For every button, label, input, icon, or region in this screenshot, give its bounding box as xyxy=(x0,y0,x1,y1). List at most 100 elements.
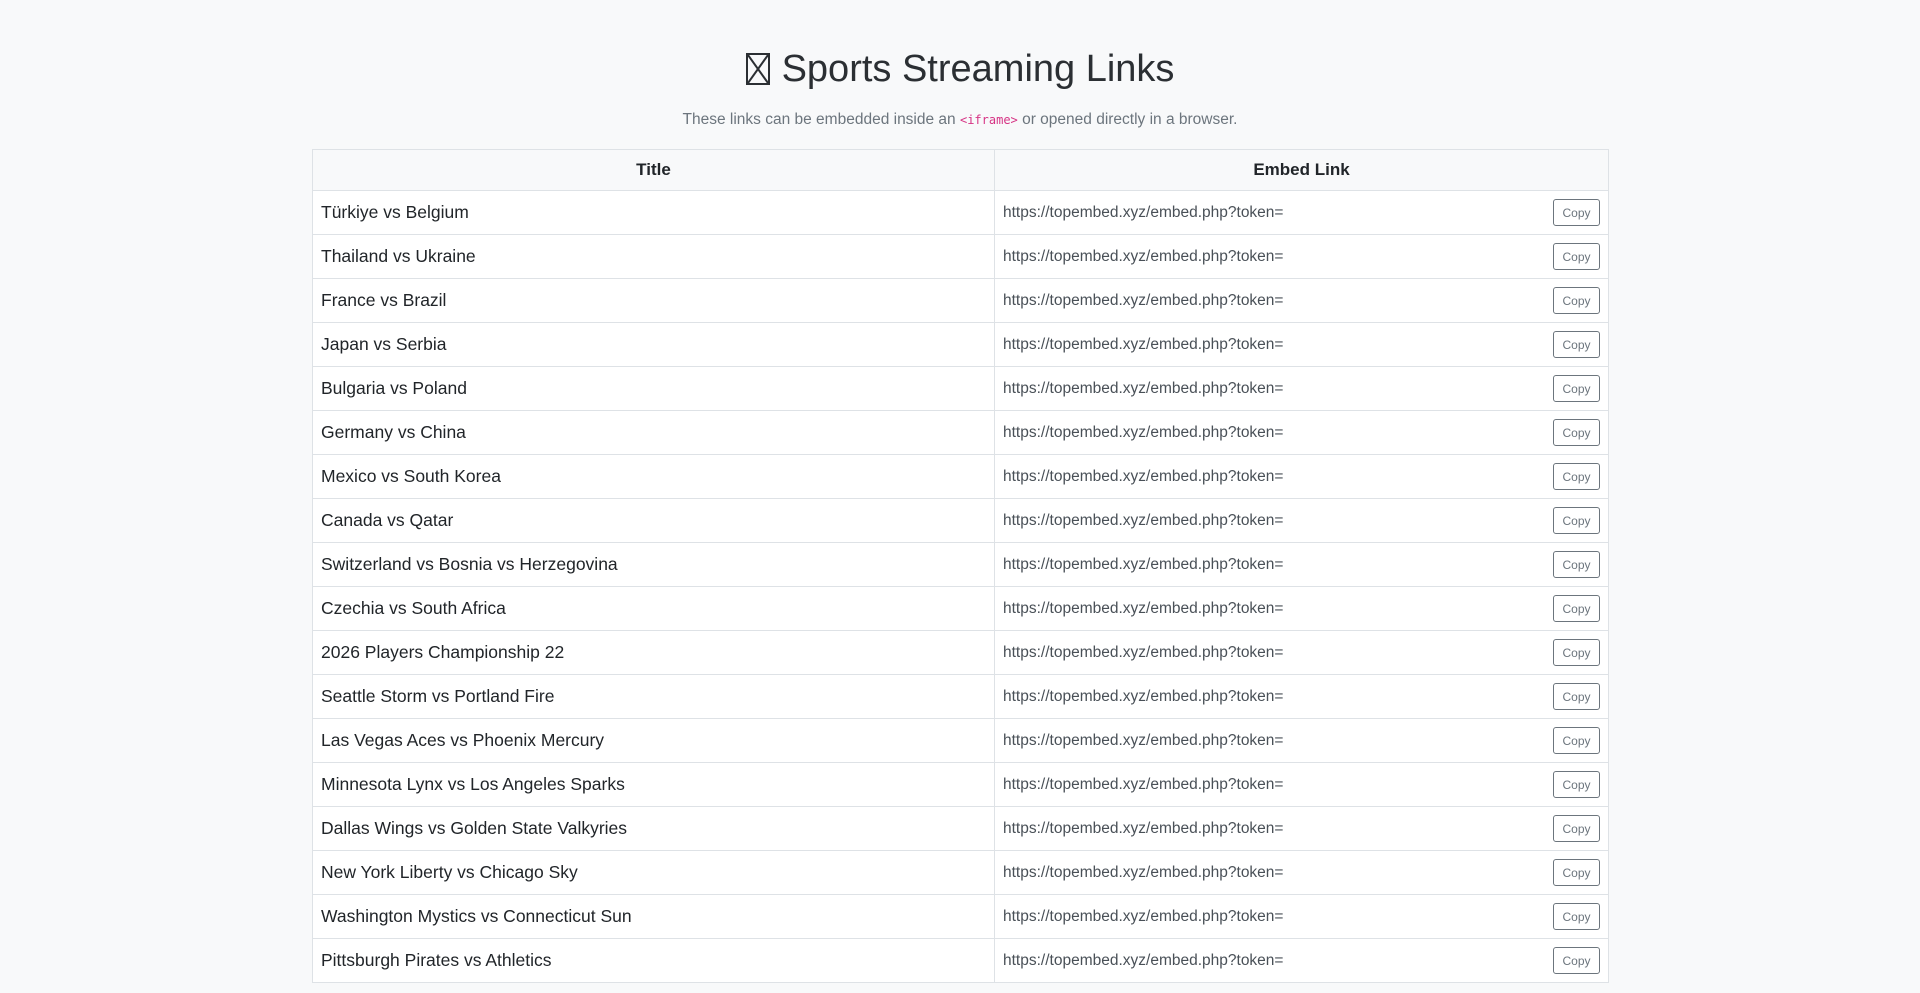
page-title-text: Sports Streaming Links xyxy=(781,48,1175,90)
row-title: Mexico vs South Korea xyxy=(312,454,995,499)
row-link-cell: https://topembed.xyz/embed.php?token= Cop… xyxy=(994,586,1609,631)
copy-button[interactable]: Copy xyxy=(1553,727,1600,754)
row-link-cell: https://topembed.xyz/embed.php?token= Cop… xyxy=(994,278,1609,323)
link-cell-content: https://topembed.xyz/embed.php?token= Cop… xyxy=(1003,947,1600,974)
row-title: 2026 Players Championship 22 xyxy=(312,630,995,675)
table-row: Türkiye vs Belgium https://topembed.xyz/e… xyxy=(312,190,1609,235)
link-cell-content: https://topembed.xyz/embed.php?token= Cop… xyxy=(1003,683,1600,710)
embed-link-text[interactable]: https://topembed.xyz/embed.php?token= xyxy=(1003,732,1283,750)
copy-button[interactable]: Copy xyxy=(1553,639,1600,666)
row-title: Minnesota Lynx vs Los Angeles Sparks xyxy=(312,762,995,807)
copy-button[interactable]: Copy xyxy=(1553,947,1600,974)
copy-button[interactable]: Copy xyxy=(1553,243,1600,270)
embed-link-text[interactable]: https://topembed.xyz/embed.php?token= xyxy=(1003,952,1283,970)
embed-link-text[interactable]: https://topembed.xyz/embed.php?token= xyxy=(1003,468,1283,486)
embed-link-text[interactable]: https://topembed.xyz/embed.php?token= xyxy=(1003,380,1283,398)
row-title: New York Liberty vs Chicago Sky xyxy=(312,850,995,895)
copy-button[interactable]: Copy xyxy=(1553,287,1600,314)
row-title: Czechia vs South Africa xyxy=(312,586,995,631)
subtitle-text-after: or opened directly in a browser. xyxy=(1017,111,1238,128)
copy-button[interactable]: Copy xyxy=(1553,419,1600,446)
links-table: Title Embed Link Türkiye vs Belgium https… xyxy=(312,149,1609,983)
embed-link-text[interactable]: https://topembed.xyz/embed.php?token= xyxy=(1003,644,1283,662)
table-row: Canada vs Qatar https://topembed.xyz/embe… xyxy=(312,498,1609,543)
table-row: France vs Brazil https://topembed.xyz/emb… xyxy=(312,278,1609,323)
row-title: Washington Mystics vs Connecticut Sun xyxy=(312,894,995,939)
table-row: Germany vs China https://topembed.xyz/emb… xyxy=(312,410,1609,455)
embed-link-text[interactable]: https://topembed.xyz/embed.php?token= xyxy=(1003,864,1283,882)
row-title: France vs Brazil xyxy=(312,278,995,323)
link-cell-content: https://topembed.xyz/embed.php?token= Cop… xyxy=(1003,771,1600,798)
row-link-cell: https://topembed.xyz/embed.php?token= Cop… xyxy=(994,762,1609,807)
row-link-cell: https://topembed.xyz/embed.php?token= Cop… xyxy=(994,190,1609,235)
row-link-cell: https://topembed.xyz/embed.php?token= Cop… xyxy=(994,630,1609,675)
table-row: Washington Mystics vs Connecticut Sun htt… xyxy=(312,894,1609,939)
link-cell-content: https://topembed.xyz/embed.php?token= Cop… xyxy=(1003,507,1600,534)
embed-link-text[interactable]: https://topembed.xyz/embed.php?token= xyxy=(1003,820,1283,838)
row-link-cell: https://topembed.xyz/embed.php?token= Cop… xyxy=(994,894,1609,939)
link-cell-content: https://topembed.xyz/embed.php?token= Cop… xyxy=(1003,463,1600,490)
copy-button[interactable]: Copy xyxy=(1553,815,1600,842)
link-cell-content: https://topembed.xyz/embed.php?token= Cop… xyxy=(1003,639,1600,666)
page-subtitle: These links can be embedded inside an <i… xyxy=(0,110,1920,130)
embed-link-text[interactable]: https://topembed.xyz/embed.php?token= xyxy=(1003,908,1283,926)
copy-button[interactable]: Copy xyxy=(1553,771,1600,798)
table-row: Seattle Storm vs Portland Fire https://to… xyxy=(312,674,1609,719)
copy-button[interactable]: Copy xyxy=(1553,551,1600,578)
embed-link-text[interactable]: https://topembed.xyz/embed.php?token= xyxy=(1003,204,1283,222)
row-link-cell: https://topembed.xyz/embed.php?token= Cop… xyxy=(994,542,1609,587)
embed-link-text[interactable]: https://topembed.xyz/embed.php?token= xyxy=(1003,248,1283,266)
copy-button[interactable]: Copy xyxy=(1553,507,1600,534)
table-row: Japan vs Serbia https://topembed.xyz/embe… xyxy=(312,322,1609,367)
copy-button[interactable]: Copy xyxy=(1553,595,1600,622)
table-row: Las Vegas Aces vs Phoenix Mercury https:/… xyxy=(312,718,1609,763)
table-row: 2026 Players Championship 22 https://tope… xyxy=(312,630,1609,675)
link-cell-content: https://topembed.xyz/embed.php?token= Cop… xyxy=(1003,331,1600,358)
iframe-code: <iframe> xyxy=(959,113,1018,127)
table-row: Bulgaria vs Poland https://topembed.xyz/e… xyxy=(312,366,1609,411)
row-link-cell: https://topembed.xyz/embed.php?token= Cop… xyxy=(994,366,1609,411)
embed-link-text[interactable]: https://topembed.xyz/embed.php?token= xyxy=(1003,512,1283,530)
embed-link-text[interactable]: https://topembed.xyz/embed.php?token= xyxy=(1003,292,1283,310)
copy-button[interactable]: Copy xyxy=(1553,331,1600,358)
table-row: Switzerland vs Bosnia vs Herzegovina http… xyxy=(312,542,1609,587)
copy-button[interactable]: Copy xyxy=(1553,683,1600,710)
table-row: Thailand vs Ukraine https://topembed.xyz/… xyxy=(312,234,1609,279)
row-title: Switzerland vs Bosnia vs Herzegovina xyxy=(312,542,995,587)
row-title: Japan vs Serbia xyxy=(312,322,995,367)
row-link-cell: https://topembed.xyz/embed.php?token= Cop… xyxy=(994,454,1609,499)
copy-button[interactable]: Copy xyxy=(1553,375,1600,402)
row-title: Las Vegas Aces vs Phoenix Mercury xyxy=(312,718,995,763)
row-link-cell: https://topembed.xyz/embed.php?token= Cop… xyxy=(994,498,1609,543)
link-cell-content: https://topembed.xyz/embed.php?token= Cop… xyxy=(1003,903,1600,930)
link-cell-content: https://topembed.xyz/embed.php?token= Cop… xyxy=(1003,287,1600,314)
row-link-cell: https://topembed.xyz/embed.php?token= Cop… xyxy=(994,806,1609,851)
column-header-title: Title xyxy=(312,149,995,191)
link-cell-content: https://topembed.xyz/embed.php?token= Cop… xyxy=(1003,815,1600,842)
row-link-cell: https://topembed.xyz/embed.php?token= Cop… xyxy=(994,850,1609,895)
embed-link-text[interactable]: https://topembed.xyz/embed.php?token= xyxy=(1003,424,1283,442)
row-link-cell: https://topembed.xyz/embed.php?token= Cop… xyxy=(994,718,1609,763)
embed-link-text[interactable]: https://topembed.xyz/embed.php?token= xyxy=(1003,336,1283,354)
table-row: Mexico vs South Korea https://topembed.xy… xyxy=(312,454,1609,499)
table-body: Türkiye vs Belgium https://topembed.xyz/e… xyxy=(312,190,1609,983)
row-title: Pittsburgh Pirates vs Athletics xyxy=(312,938,995,983)
copy-button[interactable]: Copy xyxy=(1553,463,1600,490)
row-link-cell: https://topembed.xyz/embed.php?token= Cop… xyxy=(994,322,1609,367)
link-cell-content: https://topembed.xyz/embed.php?token= Cop… xyxy=(1003,375,1600,402)
page-title: Sports Streaming Links xyxy=(0,44,1920,94)
embed-link-text[interactable]: https://topembed.xyz/embed.php?token= xyxy=(1003,600,1283,618)
copy-button[interactable]: Copy xyxy=(1553,199,1600,226)
embed-link-text[interactable]: https://topembed.xyz/embed.php?token= xyxy=(1003,688,1283,706)
copy-button[interactable]: Copy xyxy=(1553,903,1600,930)
embed-link-text[interactable]: https://topembed.xyz/embed.php?token= xyxy=(1003,556,1283,574)
embed-link-text[interactable]: https://topembed.xyz/embed.php?token= xyxy=(1003,776,1283,794)
row-title: Thailand vs Ukraine xyxy=(312,234,995,279)
row-link-cell: https://topembed.xyz/embed.php?token= Cop… xyxy=(994,410,1609,455)
table-row: Czechia vs South Africa https://topembed.… xyxy=(312,586,1609,631)
link-cell-content: https://topembed.xyz/embed.php?token= Cop… xyxy=(1003,595,1600,622)
row-link-cell: https://topembed.xyz/embed.php?token= Cop… xyxy=(994,674,1609,719)
row-title: Dallas Wings vs Golden State Valkyries xyxy=(312,806,995,851)
link-cell-content: https://topembed.xyz/embed.php?token= Cop… xyxy=(1003,551,1600,578)
copy-button[interactable]: Copy xyxy=(1553,859,1600,886)
